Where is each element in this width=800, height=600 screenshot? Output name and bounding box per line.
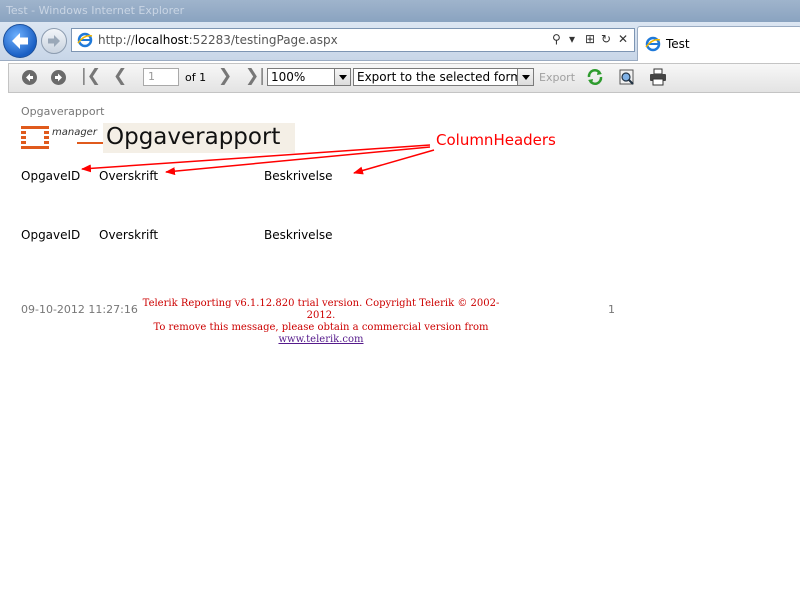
tab-label: Test bbox=[666, 37, 690, 51]
back-arrow-icon bbox=[12, 33, 28, 49]
forward-button[interactable] bbox=[41, 28, 67, 54]
browser-nav-bar: http://localhost:52283/testingPage.aspx … bbox=[0, 22, 800, 61]
column-header-overskrift: Overskrift bbox=[99, 169, 159, 183]
trial-line-1: Telerik Reporting v6.1.12.820 trial vers… bbox=[142, 298, 500, 321]
chevron-down-icon bbox=[517, 69, 533, 85]
column-header-opgaveid: OpgaveID bbox=[21, 169, 81, 183]
page-count-label: of 1 bbox=[185, 71, 207, 84]
forward-arrow-icon bbox=[48, 35, 60, 47]
arrow-left-icon bbox=[26, 73, 33, 82]
zoom-select[interactable]: 100% bbox=[267, 68, 351, 86]
print-icon[interactable] bbox=[649, 68, 667, 86]
export-format-value: Export to the selected format bbox=[357, 70, 534, 84]
next-page-icon[interactable]: ❯ bbox=[218, 66, 232, 86]
chevron-down-icon bbox=[334, 69, 350, 85]
address-bar[interactable]: http://localhost:52283/testingPage.aspx … bbox=[71, 28, 635, 52]
export-format-select[interactable]: Export to the selected format bbox=[353, 68, 534, 86]
export-button[interactable]: Export bbox=[539, 71, 575, 84]
first-page-icon[interactable]: |❮ bbox=[81, 66, 101, 86]
window-title-bar: Test - Windows Internet Explorer bbox=[0, 0, 800, 22]
ie-page-icon bbox=[77, 32, 93, 48]
ie-tab-icon bbox=[645, 36, 661, 52]
page-number: 1 bbox=[608, 303, 615, 316]
column-header-beskrivelse: Beskrivelse bbox=[264, 169, 333, 183]
browser-tab-test[interactable]: Test bbox=[637, 26, 800, 61]
print-preview-icon[interactable] bbox=[618, 68, 636, 86]
report-page: Opgaverapport manager Opgaverapport Colu… bbox=[0, 92, 800, 600]
arrow-right-icon bbox=[55, 73, 62, 82]
stop-icon[interactable]: ✕ bbox=[618, 32, 628, 46]
report-timestamp: 09-10-2012 11:27:16 bbox=[21, 303, 138, 316]
column-header-opgaveid-repeat: OpgaveID bbox=[21, 228, 81, 242]
compatibility-view-icon[interactable]: ⊞ bbox=[585, 32, 595, 46]
history-forward-button[interactable] bbox=[51, 70, 66, 85]
address-url: http://localhost:52283/testingPage.aspx bbox=[98, 33, 338, 47]
column-header-overskrift-repeat: Overskrift bbox=[99, 228, 159, 242]
previous-page-icon[interactable]: ❮ bbox=[113, 66, 127, 86]
report-viewer-toolbar: |❮ ❮ 1 of 1 ❯ ❯| 100% Export to the sele… bbox=[8, 63, 800, 93]
annotation-arrows bbox=[81, 144, 435, 176]
trial-notice: Telerik Reporting v6.1.12.820 trial vers… bbox=[140, 298, 502, 346]
address-dropdown-icon[interactable]: ▾ bbox=[569, 32, 575, 46]
history-back-button[interactable] bbox=[22, 70, 37, 85]
zoom-value: 100% bbox=[271, 70, 306, 84]
column-header-beskrivelse-repeat: Beskrivelse bbox=[264, 228, 333, 242]
window-title: Test - Windows Internet Explorer bbox=[6, 4, 185, 17]
page-number-input[interactable]: 1 bbox=[143, 68, 179, 86]
search-icon[interactable]: ⚲ bbox=[552, 32, 561, 46]
telerik-link[interactable]: www.telerik.com bbox=[278, 334, 363, 345]
last-page-icon[interactable]: ❯| bbox=[245, 66, 265, 86]
refresh-icon[interactable]: ↻ bbox=[601, 32, 611, 46]
refresh-report-icon[interactable] bbox=[586, 68, 604, 86]
back-button[interactable] bbox=[3, 24, 37, 58]
trial-line-2: To remove this message, please obtain a … bbox=[153, 322, 489, 345]
